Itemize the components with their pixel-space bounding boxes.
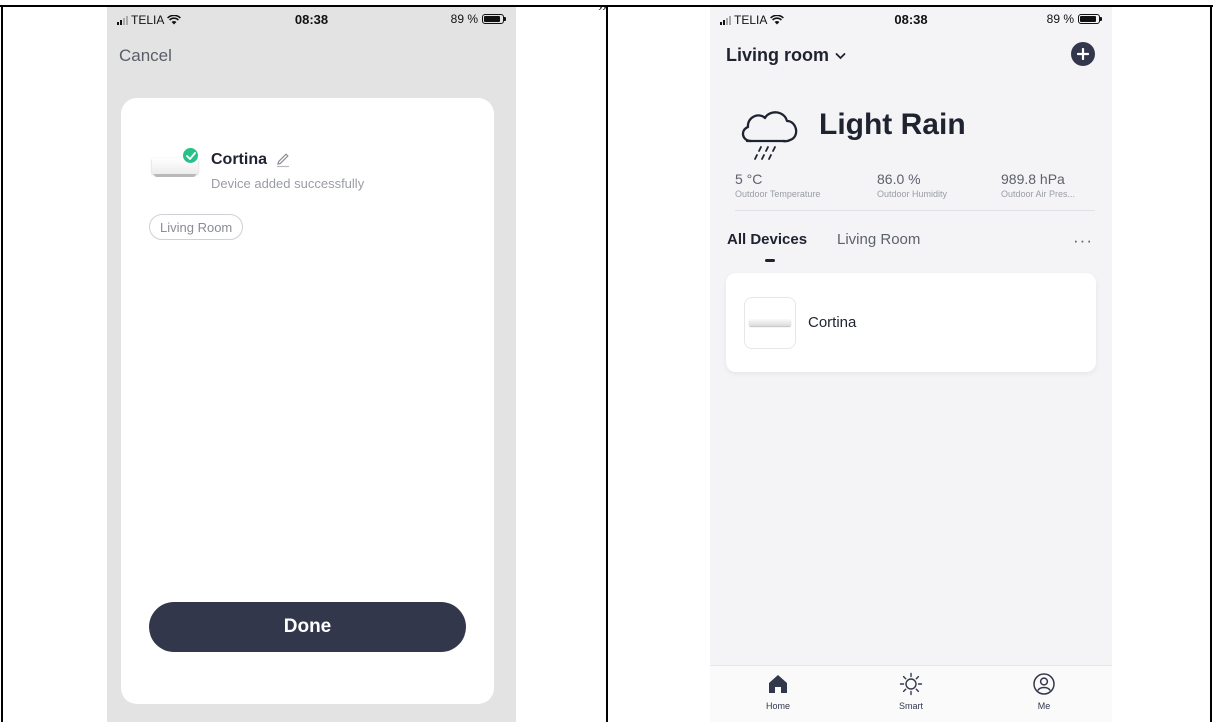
status-bar: TELIA 08:38 89 % <box>710 7 1112 33</box>
more-icon[interactable]: ··· <box>1073 231 1093 251</box>
battery-icon <box>1078 14 1102 24</box>
quote-mark: „ <box>598 0 607 12</box>
table-border-right <box>1210 5 1212 722</box>
sun-icon <box>899 672 923 696</box>
status-bar: TELIA 08:38 89 % <box>107 7 516 33</box>
stat-label: Outdoor Air Pres... <box>1001 189 1076 199</box>
weather-stat-humidity: 86.0 % Outdoor Humidity <box>877 171 947 199</box>
tab-living-room[interactable]: Living Room <box>837 231 920 248</box>
tab-label: Smart <box>898 701 923 711</box>
active-tab-indicator <box>765 259 775 262</box>
tab-label: Home <box>765 701 790 711</box>
tab-smart[interactable]: Smart <box>881 672 941 711</box>
bottom-tab-bar: Home Smart Me <box>710 665 1112 722</box>
tab-label: Me <box>1037 701 1051 711</box>
done-button[interactable]: Done <box>149 602 466 652</box>
user-icon <box>1033 673 1055 695</box>
tab-home[interactable]: Home <box>748 672 808 711</box>
tab-all-devices[interactable]: All Devices <box>727 231 807 248</box>
weather-condition: Light Rain <box>819 108 966 141</box>
plus-icon <box>1077 48 1089 60</box>
add-device-button[interactable] <box>1071 42 1095 66</box>
battery-percent: 89 % <box>450 12 478 26</box>
device-added-screen: TELIA 08:38 89 % Cancel Cortina Device a… <box>107 7 516 722</box>
weather-stat-temperature: 5 °C Outdoor Temperature <box>735 171 820 199</box>
check-circle-icon <box>181 146 200 165</box>
tab-me[interactable]: Me <box>1014 672 1074 711</box>
home-title: Living room <box>726 45 829 65</box>
device-name: Cortina <box>808 314 857 331</box>
device-card[interactable]: Cortina <box>726 273 1096 372</box>
stat-value: 86.0 % <box>877 171 921 187</box>
stat-value: 5 °C <box>735 171 763 187</box>
table-border-left <box>1 5 3 722</box>
document-table: „ TELIA 08:38 89 % Cancel Cortina Device… <box>0 0 1213 722</box>
cloud-rain-icon <box>741 111 798 160</box>
home-selector[interactable]: Living room <box>726 45 846 66</box>
battery-fill <box>484 16 501 22</box>
device-thumbnail <box>744 297 796 349</box>
weather-stat-pressure: 989.8 hPa Outdoor Air Pres... <box>1001 171 1075 199</box>
cancel-button[interactable]: Cancel <box>119 46 172 66</box>
divider <box>735 210 1095 211</box>
device-name: Cortina <box>211 151 267 168</box>
battery-icon <box>482 14 506 24</box>
stat-label: Outdoor Humidity <box>877 189 948 199</box>
stat-label: Outdoor Temperature <box>735 189 821 199</box>
stat-value: 989.8 hPa <box>1001 171 1065 187</box>
device-status: Device added successfully <box>211 176 365 191</box>
table-border-middle <box>606 5 608 722</box>
battery-percent: 89 % <box>1046 12 1074 26</box>
device-added-sheet: Cortina Device added successfully Living… <box>121 98 494 704</box>
room-chip[interactable]: Living Room <box>149 214 244 240</box>
pencil-icon[interactable] <box>275 152 291 168</box>
chevron-down-icon <box>835 52 846 59</box>
home-icon <box>769 675 787 693</box>
home-screen: TELIA 08:38 89 % Living room Light Rain … <box>710 7 1112 722</box>
battery-fill <box>1080 16 1097 22</box>
